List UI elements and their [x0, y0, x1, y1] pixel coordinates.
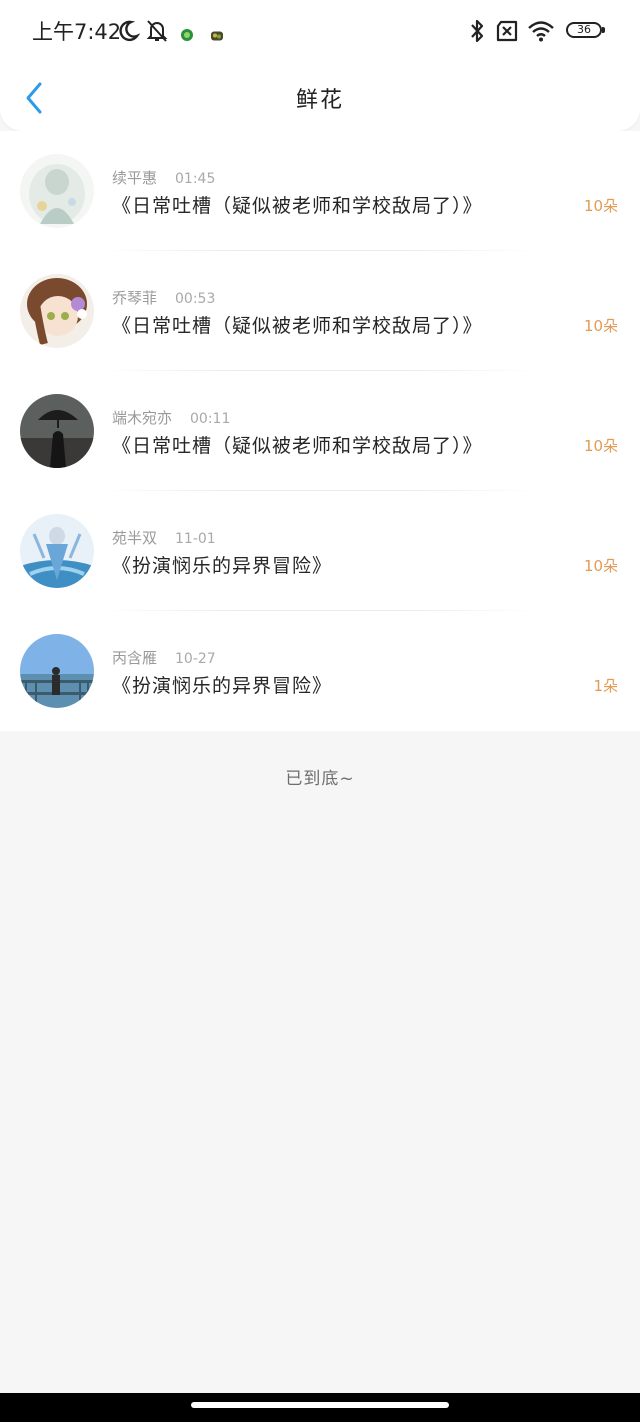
header-card: 上午7:42 36 鲜花 — [0, 0, 640, 131]
page-title: 鲜花 — [295, 88, 344, 113]
list-item[interactable]: 乔琴菲 00:53 《日常吐槽（疑似被老师和学校敌局了）》 10朵 — [0, 251, 640, 371]
avatar — [20, 274, 94, 348]
list-item[interactable]: 续平惠 01:45 《日常吐槽（疑似被老师和学校敌局了）》 10朵 — [0, 131, 640, 251]
flower-record-list: 续平惠 01:45 《日常吐槽（疑似被老师和学校敌局了）》 10朵 乔琴菲 00:5… — [0, 131, 640, 731]
app-notification-icon — [181, 29, 193, 41]
battery-icon: 36 — [566, 22, 602, 38]
sender-name: 苑半双 — [112, 529, 158, 547]
work-title: 《扮演悯乐的异界冒险》 — [112, 555, 333, 577]
bell-off-icon — [146, 20, 168, 42]
sender-name: 端木宛亦 — [112, 409, 173, 427]
avatar — [20, 514, 94, 588]
sent-time: 00:11 — [190, 411, 231, 427]
work-title: 《日常吐槽（疑似被老师和学校敌局了）》 — [112, 315, 483, 337]
list-item[interactable]: 端木宛亦 00:11 《日常吐槽（疑似被老师和学校敌局了）》 10朵 — [0, 371, 640, 491]
list-item[interactable]: 丙含雁 10-27 《扮演悯乐的异界冒险》 1朵 — [0, 611, 640, 731]
no-sim-icon — [496, 20, 518, 42]
sender-name: 乔琴菲 — [112, 289, 158, 307]
battery-nub — [602, 27, 605, 33]
work-title: 《扮演悯乐的异界冒险》 — [112, 675, 333, 697]
gesture-bar — [0, 1393, 640, 1422]
avatar — [20, 154, 94, 228]
row-meta: 续平惠 01:45 — [112, 167, 215, 188]
flower-count: 10朵 — [583, 557, 618, 575]
sent-time: 00:53 — [175, 291, 216, 307]
bluetooth-icon — [471, 19, 484, 43]
app-notification-icon — [211, 31, 223, 41]
sender-name: 续平惠 — [112, 169, 158, 187]
wifi-icon — [528, 21, 554, 42]
avatar — [20, 634, 94, 708]
row-meta: 苑半双 11-01 — [112, 527, 216, 548]
status-time: 上午7:42 — [32, 20, 122, 44]
sent-time: 10-27 — [175, 651, 216, 667]
flower-count: 10朵 — [583, 437, 618, 455]
sender-name: 丙含雁 — [112, 649, 158, 667]
nav-bar: 鲜花 — [0, 62, 640, 131]
work-title: 《日常吐槽（疑似被老师和学校敌局了）》 — [112, 435, 483, 457]
row-meta: 端木宛亦 00:11 — [112, 407, 230, 428]
row-meta: 乔琴菲 00:53 — [112, 287, 215, 308]
home-indicator[interactable] — [191, 1402, 449, 1408]
end-of-list-text: 已到底~ — [285, 769, 355, 789]
work-title: 《日常吐槽（疑似被老师和学校敌局了）》 — [112, 195, 483, 217]
sent-time: 11-01 — [175, 531, 216, 547]
list-item[interactable]: 苑半双 11-01 《扮演悯乐的异界冒险》 10朵 — [0, 491, 640, 611]
flower-count: 10朵 — [583, 197, 618, 215]
avatar — [20, 394, 94, 468]
flower-count: 1朵 — [593, 677, 618, 695]
flower-count: 10朵 — [583, 317, 618, 335]
moon-icon — [119, 20, 140, 42]
status-bar: 上午7:42 36 — [0, 0, 640, 62]
sent-time: 01:45 — [175, 171, 216, 187]
row-meta: 丙含雁 10-27 — [112, 647, 216, 668]
